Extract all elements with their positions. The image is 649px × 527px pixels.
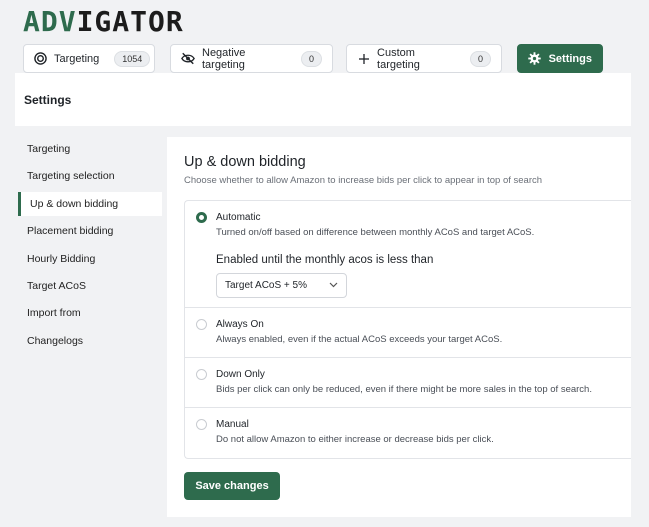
count-badge: 0 bbox=[469, 50, 491, 67]
radio-automatic[interactable] bbox=[196, 212, 207, 223]
option-description: Turned on/off based on difference betwee… bbox=[216, 227, 535, 238]
option-down-only[interactable]: Down Only Bids per click can only be red… bbox=[185, 358, 631, 408]
tab-label: Negative targeting bbox=[202, 46, 246, 71]
option-description: Always enabled, even if the actual ACoS … bbox=[216, 334, 503, 345]
eye-off-icon bbox=[181, 52, 195, 66]
sidebar-item-targeting-selection[interactable]: Targeting selection bbox=[18, 164, 162, 188]
plus-icon bbox=[357, 52, 370, 66]
tab-label: Custom targeting bbox=[377, 46, 420, 71]
tab-label: Targeting bbox=[54, 52, 100, 65]
sidebar-item-import-from[interactable]: Import from bbox=[18, 301, 162, 325]
radio-manual[interactable] bbox=[196, 419, 207, 430]
option-always-on[interactable]: Always On Always enabled, even if the ac… bbox=[185, 308, 631, 358]
count-badge: 1054 bbox=[114, 50, 151, 67]
advigator-logo: ADVIGATOR bbox=[23, 5, 184, 38]
settings-sidebar: Targeting Targeting selection Up & down … bbox=[18, 137, 162, 356]
sidebar-item-changelogs[interactable]: Changelogs bbox=[18, 329, 162, 353]
tab-negative-targeting[interactable]: Negative targeting 0 bbox=[170, 44, 333, 73]
settings-header: Settings bbox=[15, 73, 631, 126]
threshold-select[interactable]: Target ACoS + 5% bbox=[216, 273, 347, 298]
option-label: Always On bbox=[216, 319, 264, 330]
option-label: Manual bbox=[216, 419, 249, 430]
sidebar-item-targeting[interactable]: Targeting bbox=[18, 137, 162, 161]
up-down-bidding-panel: Up & down bidding Choose whether to allo… bbox=[167, 137, 631, 517]
tab-settings[interactable]: Settings bbox=[517, 44, 603, 73]
count-badge: 0 bbox=[300, 50, 322, 67]
section-description: Choose whether to allow Amazon to increa… bbox=[184, 175, 543, 186]
sidebar-item-placement-bidding[interactable]: Placement bidding bbox=[18, 219, 162, 243]
radio-down-only[interactable] bbox=[196, 369, 207, 380]
section-title: Up & down bidding bbox=[184, 154, 306, 170]
radio-always-on[interactable] bbox=[196, 319, 207, 330]
threshold-value: Target ACoS + 5% bbox=[225, 280, 307, 291]
sidebar-item-hourly-bidding[interactable]: Hourly Bidding bbox=[18, 247, 162, 271]
page-title: Settings bbox=[24, 93, 72, 107]
save-changes-button[interactable]: Save changes bbox=[184, 472, 280, 500]
tab-targeting[interactable]: Targeting 1054 bbox=[23, 44, 155, 73]
sidebar-item-up-down-bidding[interactable]: Up & down bidding bbox=[18, 191, 162, 216]
gear-icon bbox=[528, 52, 542, 66]
option-label: Automatic bbox=[216, 212, 261, 223]
option-automatic[interactable]: Automatic Turned on/off based on differe… bbox=[185, 201, 631, 308]
threshold-label: Enabled until the monthly acos is less t… bbox=[216, 254, 434, 266]
option-description: Bids per click can only be reduced, even… bbox=[216, 384, 592, 395]
tab-label: Settings bbox=[548, 52, 592, 65]
chevron-down-icon bbox=[329, 280, 338, 291]
tab-custom-targeting[interactable]: Custom targeting 0 bbox=[346, 44, 502, 73]
option-description: Do not allow Amazon to either increase o… bbox=[216, 434, 494, 445]
bidding-options: Automatic Turned on/off based on differe… bbox=[184, 200, 631, 459]
target-icon bbox=[34, 52, 47, 66]
option-manual[interactable]: Manual Do not allow Amazon to either inc… bbox=[185, 408, 631, 458]
sidebar-item-target-acos[interactable]: Target ACoS bbox=[18, 274, 162, 298]
option-label: Down Only bbox=[216, 369, 265, 380]
